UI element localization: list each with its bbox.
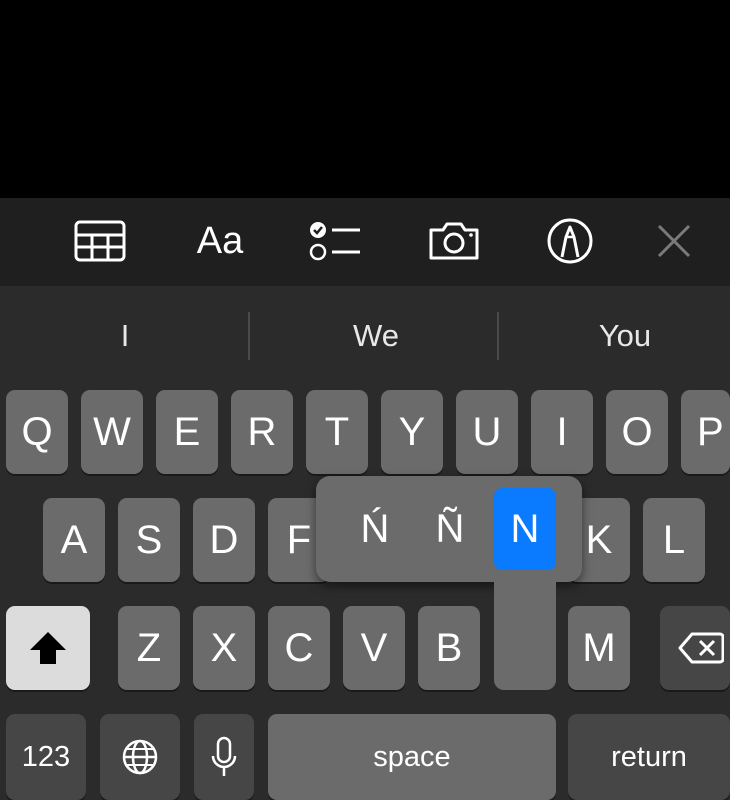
table-icon[interactable] bbox=[70, 216, 130, 266]
return-key[interactable]: return bbox=[568, 714, 730, 800]
app-content-area bbox=[0, 0, 730, 198]
suggestion-divider bbox=[248, 312, 250, 360]
accent-option[interactable]: Ń bbox=[344, 488, 406, 570]
format-label: Aa bbox=[196, 219, 244, 262]
text-format-icon[interactable]: Aa bbox=[190, 216, 250, 266]
accent-option-selected[interactable]: N bbox=[494, 488, 556, 570]
suggestion-item[interactable]: We bbox=[256, 306, 496, 366]
close-icon[interactable] bbox=[644, 216, 704, 266]
key-x[interactable]: X bbox=[193, 606, 255, 690]
suggestion-item[interactable]: I bbox=[5, 306, 245, 366]
checklist-icon[interactable] bbox=[305, 216, 365, 266]
key-c[interactable]: C bbox=[268, 606, 330, 690]
key-z[interactable]: Z bbox=[118, 606, 180, 690]
key-o[interactable]: O bbox=[606, 390, 668, 474]
key-i[interactable]: I bbox=[531, 390, 593, 474]
key-v[interactable]: V bbox=[343, 606, 405, 690]
globe-key[interactable] bbox=[100, 714, 180, 800]
markup-pen-icon[interactable] bbox=[540, 216, 600, 266]
notes-toolbar: Aa bbox=[0, 198, 730, 286]
key-m[interactable]: M bbox=[568, 606, 630, 690]
predictive-bar: I We You bbox=[0, 286, 730, 386]
shift-key[interactable] bbox=[6, 606, 90, 690]
space-key[interactable]: space bbox=[268, 714, 556, 800]
key-p[interactable]: P bbox=[681, 390, 730, 474]
key-s[interactable]: S bbox=[118, 498, 180, 582]
dictation-key[interactable] bbox=[194, 714, 254, 800]
key-y[interactable]: Y bbox=[381, 390, 443, 474]
accent-popup-stem bbox=[494, 570, 556, 690]
key-d[interactable]: D bbox=[193, 498, 255, 582]
shift-icon bbox=[30, 632, 66, 664]
key-r[interactable]: R bbox=[231, 390, 293, 474]
key-e[interactable]: E bbox=[156, 390, 218, 474]
key-b[interactable]: B bbox=[418, 606, 480, 690]
delete-key[interactable] bbox=[660, 606, 730, 690]
numbers-key[interactable]: 123 bbox=[6, 714, 86, 800]
key-u[interactable]: U bbox=[456, 390, 518, 474]
key-a[interactable]: A bbox=[43, 498, 105, 582]
microphone-icon bbox=[211, 736, 237, 776]
key-l[interactable]: L bbox=[643, 498, 705, 582]
backspace-icon bbox=[678, 632, 724, 664]
key-q[interactable]: Q bbox=[6, 390, 68, 474]
key-t[interactable]: T bbox=[306, 390, 368, 474]
suggestion-divider bbox=[497, 312, 499, 360]
camera-icon[interactable] bbox=[424, 216, 484, 266]
globe-icon bbox=[122, 739, 158, 775]
suggestion-item[interactable]: You bbox=[505, 306, 730, 366]
key-w[interactable]: W bbox=[81, 390, 143, 474]
accent-option[interactable]: Ñ bbox=[419, 488, 481, 570]
